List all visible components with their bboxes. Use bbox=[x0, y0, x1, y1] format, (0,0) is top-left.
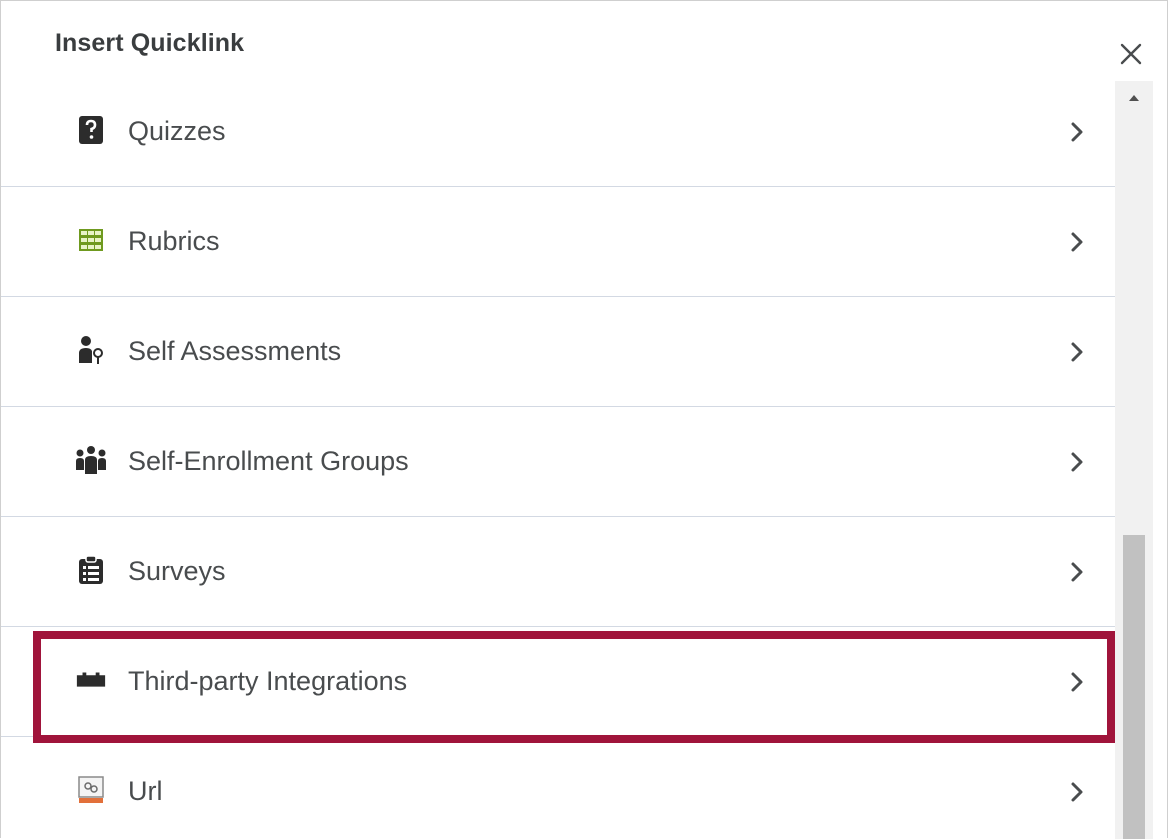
groups-icon bbox=[75, 444, 107, 476]
list-item-rubrics[interactable]: Rubrics bbox=[1, 187, 1115, 297]
item-label: Self-Enrollment Groups bbox=[128, 446, 409, 476]
list-item-surveys[interactable]: Surveys bbox=[1, 517, 1115, 627]
rubric-icon bbox=[75, 224, 107, 256]
integrations-icon bbox=[75, 664, 107, 696]
list-item-self-enrollment-groups[interactable]: Self-Enrollment Groups bbox=[1, 407, 1115, 517]
list-item-url[interactable]: Url bbox=[1, 737, 1115, 839]
chevron-right-icon bbox=[1071, 672, 1083, 692]
vertical-scrollbar[interactable] bbox=[1115, 81, 1153, 839]
item-label: Rubrics bbox=[128, 226, 220, 256]
dialog-title: Insert Quicklink bbox=[55, 29, 245, 57]
quiz-icon bbox=[75, 114, 107, 146]
scroll-up-button[interactable] bbox=[1115, 81, 1153, 115]
chevron-right-icon bbox=[1071, 782, 1083, 802]
survey-icon bbox=[75, 554, 107, 586]
chevron-right-icon bbox=[1071, 342, 1083, 362]
list-item-third-party-integrations[interactable]: Third-party Integrations bbox=[1, 627, 1115, 737]
insert-quicklink-dialog: Insert Quicklink Quizzes Rubrics Self As… bbox=[0, 0, 1168, 839]
chevron-right-icon bbox=[1071, 452, 1083, 472]
list-item-self-assessments[interactable]: Self Assessments bbox=[1, 297, 1115, 407]
item-label: Url bbox=[128, 776, 163, 806]
close-icon bbox=[1120, 43, 1142, 65]
self-assessment-icon bbox=[75, 334, 107, 366]
close-button[interactable] bbox=[1114, 37, 1148, 71]
chevron-right-icon bbox=[1071, 232, 1083, 252]
scrollbar-thumb[interactable] bbox=[1123, 535, 1145, 839]
item-label: Self Assessments bbox=[128, 336, 342, 366]
item-label: Third-party Integrations bbox=[128, 666, 408, 696]
chevron-right-icon bbox=[1071, 122, 1083, 142]
list-item-quizzes[interactable]: Quizzes bbox=[1, 77, 1115, 187]
url-icon bbox=[75, 774, 107, 806]
quicklink-list: Quizzes Rubrics Self Assessments Self-En… bbox=[1, 77, 1115, 839]
caret-up-icon bbox=[1129, 95, 1139, 101]
chevron-right-icon bbox=[1071, 562, 1083, 582]
item-label: Surveys bbox=[128, 556, 226, 586]
item-label: Quizzes bbox=[128, 116, 226, 146]
